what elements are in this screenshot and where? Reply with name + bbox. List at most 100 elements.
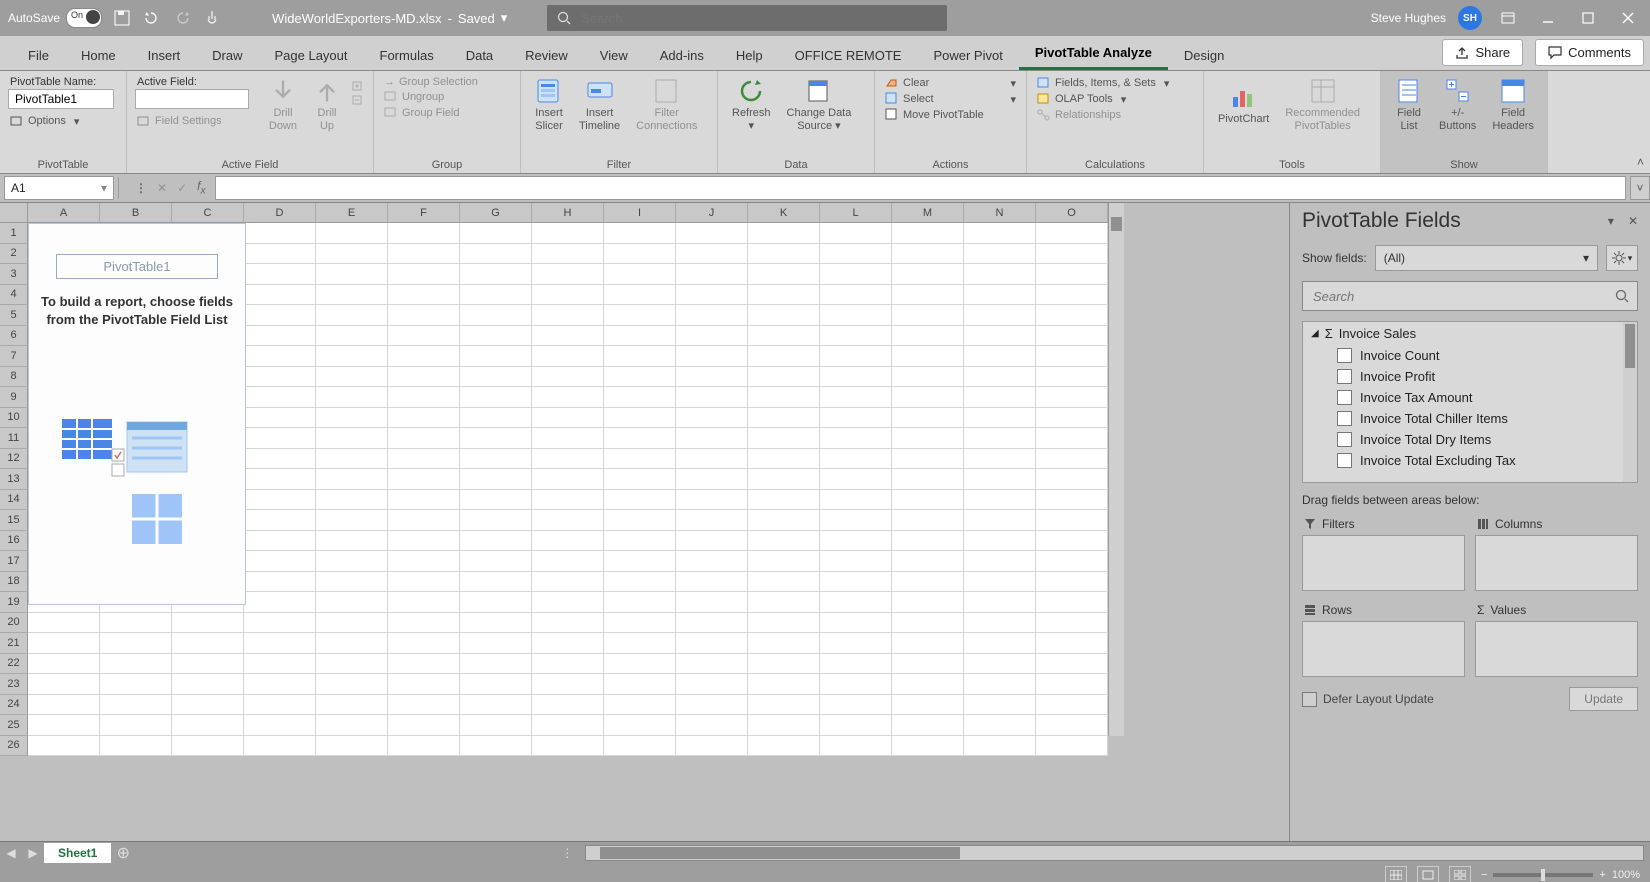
cell[interactable] <box>1036 613 1108 634</box>
cell[interactable] <box>244 367 316 388</box>
horizontal-scrollbar[interactable] <box>585 845 1644 861</box>
cell[interactable] <box>388 244 460 265</box>
close-icon[interactable] <box>1614 4 1642 32</box>
tab-help[interactable]: Help <box>720 40 779 70</box>
cell[interactable] <box>892 490 964 511</box>
cell[interactable] <box>676 244 748 265</box>
cell[interactable] <box>316 408 388 429</box>
cell[interactable] <box>100 654 172 675</box>
active-field-input[interactable] <box>135 89 249 109</box>
cell[interactable] <box>676 305 748 326</box>
cell[interactable] <box>388 572 460 593</box>
cell[interactable] <box>1036 387 1108 408</box>
maximize-icon[interactable] <box>1574 4 1602 32</box>
cell[interactable] <box>1036 572 1108 593</box>
cell[interactable] <box>28 674 100 695</box>
cell[interactable] <box>316 654 388 675</box>
cell[interactable] <box>604 449 676 470</box>
fields-items-sets-button[interactable]: Fields, Items, & Sets▾ <box>1035 75 1195 91</box>
cell[interactable] <box>892 367 964 388</box>
cell[interactable] <box>388 326 460 347</box>
cell[interactable] <box>892 326 964 347</box>
cell[interactable] <box>892 551 964 572</box>
cell[interactable] <box>604 592 676 613</box>
cell[interactable] <box>316 592 388 613</box>
cell[interactable] <box>388 223 460 244</box>
cell[interactable] <box>820 531 892 552</box>
cell[interactable] <box>892 305 964 326</box>
cell[interactable] <box>460 715 532 736</box>
cell[interactable] <box>964 244 1036 265</box>
cell[interactable] <box>964 469 1036 490</box>
cell[interactable] <box>964 326 1036 347</box>
cell[interactable] <box>244 408 316 429</box>
field-item[interactable]: Invoice Tax Amount <box>1303 387 1637 408</box>
cell[interactable] <box>748 551 820 572</box>
cell[interactable] <box>316 674 388 695</box>
cell[interactable] <box>244 715 316 736</box>
cell[interactable] <box>820 633 892 654</box>
field-checkbox[interactable] <box>1337 453 1352 468</box>
filename[interactable]: WideWorldExporters-MD.xlsx - Saved ▾ <box>272 10 507 26</box>
cell[interactable] <box>820 449 892 470</box>
cell[interactable] <box>1036 654 1108 675</box>
fields-list[interactable]: ◢ Σ Invoice Sales Invoice Count Invoice … <box>1302 321 1638 483</box>
show-fields-dropdown[interactable]: (All)▾ <box>1375 245 1598 271</box>
cell[interactable] <box>1036 367 1108 388</box>
cell[interactable] <box>388 551 460 572</box>
cell[interactable] <box>532 408 604 429</box>
cell[interactable] <box>460 449 532 470</box>
cell[interactable] <box>676 264 748 285</box>
cell[interactable] <box>676 469 748 490</box>
cell[interactable] <box>820 469 892 490</box>
cell[interactable] <box>172 674 244 695</box>
cell[interactable] <box>892 572 964 593</box>
cell[interactable] <box>964 633 1036 654</box>
cell[interactable] <box>244 428 316 449</box>
tab-review[interactable]: Review <box>509 40 584 70</box>
cell[interactable] <box>28 633 100 654</box>
cell[interactable] <box>892 449 964 470</box>
cell[interactable] <box>28 715 100 736</box>
cell[interactable] <box>748 305 820 326</box>
enter-formula-icon[interactable]: ✓ <box>177 181 187 195</box>
cell[interactable] <box>532 285 604 306</box>
cell[interactable] <box>964 223 1036 244</box>
cell[interactable] <box>100 695 172 716</box>
cell[interactable] <box>964 551 1036 572</box>
cell[interactable] <box>244 736 316 757</box>
cell[interactable] <box>532 510 604 531</box>
cell[interactable] <box>460 408 532 429</box>
cell[interactable] <box>388 346 460 367</box>
cell[interactable] <box>172 613 244 634</box>
cell[interactable] <box>964 510 1036 531</box>
row-header[interactable]: 2 <box>0 244 28 265</box>
cell[interactable] <box>316 264 388 285</box>
cell[interactable] <box>316 531 388 552</box>
cell[interactable] <box>532 736 604 757</box>
vertical-scrollbar[interactable] <box>1108 203 1124 736</box>
tab-page-layout[interactable]: Page Layout <box>259 40 364 70</box>
row-header[interactable]: 5 <box>0 305 28 326</box>
cell[interactable] <box>460 346 532 367</box>
field-settings-button[interactable]: Field Settings <box>135 113 259 129</box>
cell[interactable] <box>460 551 532 572</box>
cell[interactable] <box>676 715 748 736</box>
sheet-nav-prev-icon[interactable]: ◀ <box>0 842 22 864</box>
cell[interactable] <box>316 346 388 367</box>
cell[interactable] <box>892 408 964 429</box>
cell[interactable] <box>316 715 388 736</box>
sheet-tab[interactable]: Sheet1 <box>44 843 111 863</box>
cell[interactable] <box>1036 674 1108 695</box>
search-box[interactable] <box>547 5 947 31</box>
field-headers-button[interactable]: Field Headers <box>1486 75 1540 134</box>
sheet-nav-next-icon[interactable]: ▶ <box>22 842 44 864</box>
cell[interactable] <box>1036 551 1108 572</box>
gear-icon[interactable]: ▾ <box>1606 245 1638 271</box>
zoom-control[interactable]: − + 100% <box>1481 869 1640 881</box>
cell[interactable] <box>172 654 244 675</box>
cell[interactable] <box>820 551 892 572</box>
cell[interactable] <box>460 654 532 675</box>
cell[interactable] <box>748 428 820 449</box>
cell[interactable] <box>964 736 1036 757</box>
